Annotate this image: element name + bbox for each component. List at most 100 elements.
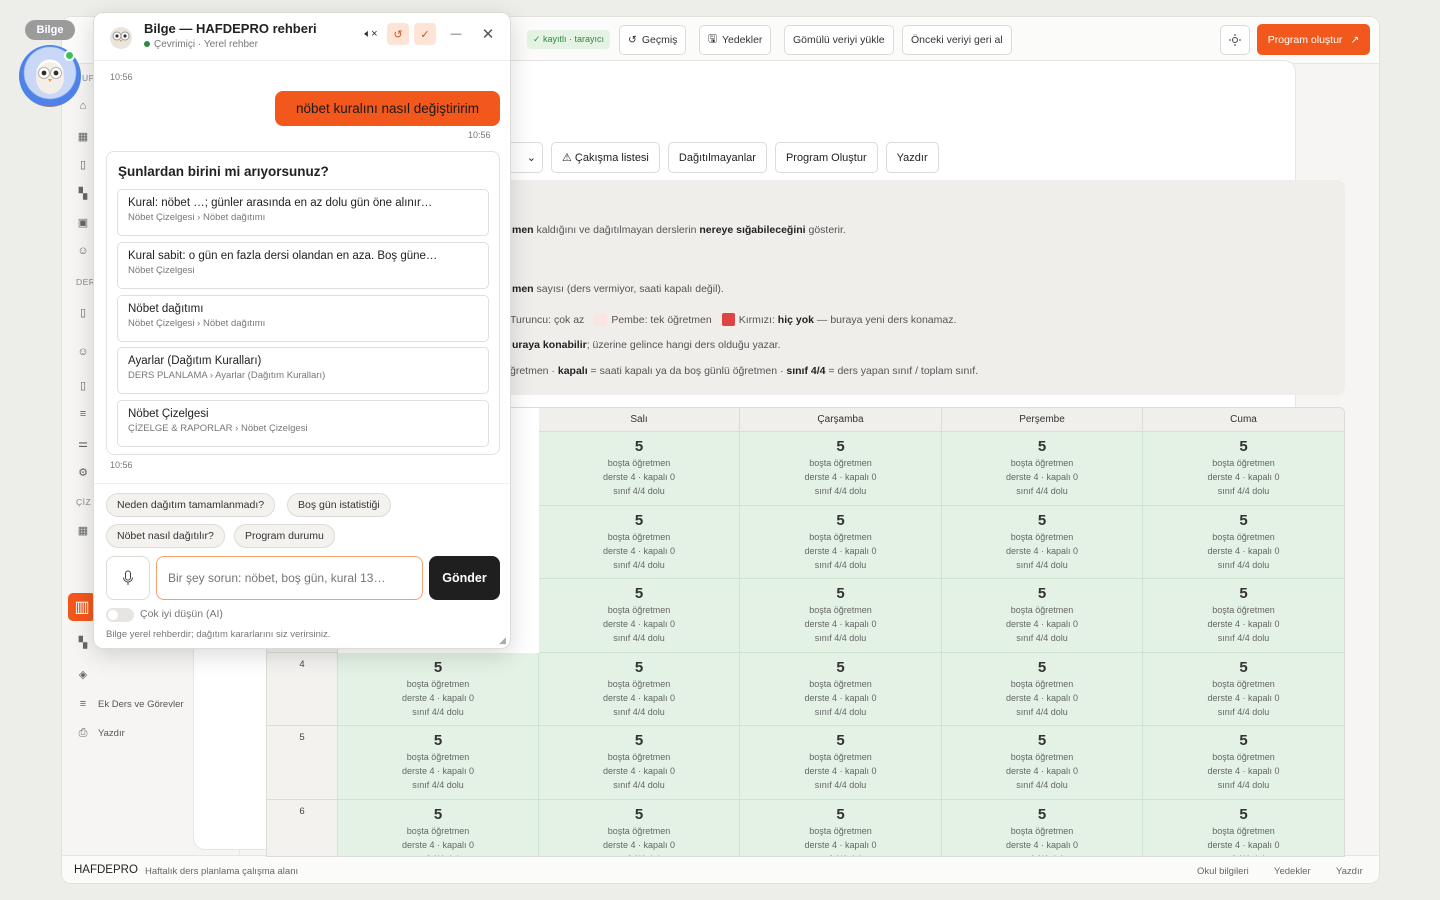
free-teacher-count: 5: [1037, 438, 1047, 455]
sidebar-item-settings[interactable]: ⚙: [76, 463, 90, 481]
cell-detail: derste 4 · kapalı 0: [1207, 839, 1280, 850]
deep-think-toggle[interactable]: [106, 608, 134, 622]
availability-cell[interactable]: 5 boşta öğretmen derste 4 · kapalı 0 sınıf …: [539, 799, 740, 856]
bar-chart-icon: ▥: [74, 599, 90, 616]
mute-button[interactable]: 🔈︎×: [360, 23, 382, 45]
home-icon: ⌂: [79, 100, 87, 112]
sidebar-item-home[interactable]: ⌂: [76, 97, 90, 115]
availability-cell[interactable]: 5 boşta öğretmen derste 4 · kapalı 0 sınıf …: [740, 652, 942, 726]
suggestion-item[interactable]: Nöbet Çizelgesi ÇİZELGE & RAPORLAR › Nöbe…: [117, 400, 489, 447]
suggestion-item[interactable]: Kural sabit: o gün en fazla dersi olanda…: [117, 242, 489, 289]
sidebar-item-grid-report[interactable]: ▚: [76, 633, 90, 651]
availability-cell[interactable]: 5 boşta öğretmen derste 4 · kapalı 0 sınıf …: [1143, 432, 1344, 506]
availability-cell[interactable]: 5 boşta öğretmen derste 4 · kapalı 0 sınıf …: [942, 726, 1143, 800]
availability-cell[interactable]: 5 boşta öğretmen derste 4 · kapalı 0 sınıf …: [740, 432, 942, 506]
undistributed-button[interactable]: Dağıtılmayanlar: [667, 142, 767, 173]
theme-toggle-button[interactable]: [1220, 25, 1250, 55]
sidebar-item-lessons[interactable]: ▯: [76, 303, 90, 321]
send-button[interactable]: Gönder: [429, 556, 500, 600]
sidebar-item-print[interactable]: ⎙ Yazdır: [76, 724, 125, 742]
conflicts-button[interactable]: ⚠ Çakışma listesi: [551, 142, 660, 173]
availability-cell[interactable]: 5 boşta öğretmen derste 4 · kapalı 0 sınıf …: [1143, 505, 1344, 579]
quick-reply-chip[interactable]: Program durumu: [234, 524, 335, 548]
availability-cell[interactable]: 5 boşta öğretmen derste 4 · kapalı 0 sınıf …: [942, 579, 1143, 653]
minimize-icon: —: [450, 28, 462, 40]
availability-cell[interactable]: 5 boşta öğretmen derste 4 · kapalı 0 sınıf …: [942, 432, 1143, 506]
voice-input-button[interactable]: [106, 556, 150, 600]
footer-brand: HAFDEPRO: [74, 864, 138, 876]
cell-caption: boşta öğretmen: [809, 825, 872, 836]
free-teacher-count: 5: [1037, 658, 1047, 676]
availability-cell[interactable]: 5 boşta öğretmen derste 4 · kapalı 0 sınıf …: [338, 652, 539, 726]
history-button[interactable]: ↺ Geçmiş: [619, 25, 687, 55]
footer-backups-link[interactable]: Yedekler: [1274, 866, 1311, 877]
save-disk-icon: 🖫: [708, 33, 717, 45]
owl-assistant-avatar[interactable]: [19, 45, 81, 107]
chat-input[interactable]: [156, 556, 423, 600]
availability-cell[interactable]: 5 boşta öğretmen derste 4 · kapalı 0 sınıf …: [1143, 799, 1344, 856]
sidebar-item-grid[interactable]: ▚: [76, 184, 90, 202]
footer-subtitle: Haftalık ders planlama çalışma alanı: [145, 866, 299, 877]
cell-detail: derste 4 · kapalı 0: [1005, 692, 1079, 703]
cell-detail: derste 4 · kapalı 0: [602, 545, 676, 556]
sidebar-item-calendar[interactable]: ▦: [76, 127, 90, 145]
sidebar-item-subjects[interactable]: ▯: [76, 376, 90, 394]
availability-cell[interactable]: 5 boşta öğretmen derste 4 · kapalı 0 sınıf …: [942, 652, 1143, 726]
sidebar-item-stats-active[interactable]: ▥: [68, 593, 96, 621]
cell-class-status: sınıf 4/4 dolu: [613, 706, 665, 717]
suggestion-item[interactable]: Nöbet dağıtımı Nöbet Çizelgesi › Nöbet da…: [117, 295, 489, 342]
availability-cell[interactable]: 5 boşta öğretmen derste 4 · kapalı 0 sınıf …: [539, 505, 740, 579]
create-program-button[interactable]: Program oluştur ↗: [1257, 24, 1370, 55]
sidebar-item-book[interactable]: ▯: [76, 155, 90, 173]
backups-button[interactable]: 🖫 Yedekler: [699, 25, 772, 55]
sidebar-item-sliders[interactable]: ⚌: [76, 434, 90, 452]
toggle-label: Çok iyi düşün (AI): [140, 608, 223, 620]
sidebar-item-teachers[interactable]: ☺: [76, 343, 90, 361]
close-icon: ✕: [481, 26, 495, 43]
quick-reply-chip[interactable]: Boş gün istatistiği: [287, 493, 391, 517]
reset-button[interactable]: ↺: [387, 23, 409, 45]
quick-reply-chip[interactable]: Neden dağıtım tamamlanmadı?: [106, 493, 276, 517]
availability-cell[interactable]: 5 boşta öğretmen derste 4 · kapalı 0 sınıf …: [1143, 579, 1344, 653]
free-teacher-count: 5: [1239, 658, 1248, 676]
sidebar-item-building[interactable]: ▣: [76, 213, 90, 231]
sidebar-item-extra-duties[interactable]: ≡ Ek Ders ve Görevler: [76, 695, 184, 713]
cell-class-status: sınıf 4/4 dolu: [1016, 706, 1068, 717]
availability-cell[interactable]: 5 boşta öğretmen derste 4 · kapalı 0 sınıf …: [740, 726, 942, 800]
availability-cell[interactable]: 5 boşta öğretmen derste 4 · kapalı 0 sınıf …: [539, 432, 740, 506]
grid-icon: ▚: [78, 187, 88, 200]
availability-cell[interactable]: 5 boşta öğretmen derste 4 · kapalı 0 sınıf …: [942, 799, 1143, 856]
sidebar-item-shield[interactable]: ◈: [76, 665, 90, 683]
quick-reply-chip[interactable]: Nöbet nasıl dağıtılır?: [106, 524, 225, 548]
availability-cell[interactable]: 5 boşta öğretmen derste 4 · kapalı 0 sınıf …: [740, 799, 942, 856]
minimize-button[interactable]: —: [445, 23, 467, 45]
create-program-button-2[interactable]: Program Oluştur: [774, 142, 878, 173]
close-button[interactable]: ✕: [477, 23, 499, 45]
resize-handle-icon[interactable]: ◢: [499, 635, 506, 646]
free-teacher-count: 5: [634, 511, 644, 529]
restore-previous-button[interactable]: Önceki veriyi geri al: [902, 25, 1012, 55]
load-embedded-button[interactable]: Gömülü veriyi yükle: [784, 25, 894, 55]
availability-cell[interactable]: 5 boşta öğretmen derste 4 · kapalı 0 sınıf …: [740, 505, 942, 579]
availability-cell[interactable]: 5 boşta öğretmen derste 4 · kapalı 0 sınıf …: [1143, 652, 1344, 726]
suggestion-item[interactable]: Kural: nöbet …; günler arasında en az do…: [117, 189, 489, 236]
sidebar-item-user[interactable]: ☺: [76, 242, 90, 260]
print-button[interactable]: Yazdır: [885, 142, 939, 173]
confirm-button[interactable]: ✓: [414, 23, 436, 45]
availability-cell[interactable]: 5 boşta öğretmen derste 4 · kapalı 0 sınıf …: [338, 799, 539, 856]
availability-cell[interactable]: 5 boşta öğretmen derste 4 · kapalı 0 sınıf …: [539, 726, 740, 800]
cell-detail: derste 4 · kapalı 0: [1005, 472, 1079, 482]
sidebar-item-schedule[interactable]: ▦: [76, 521, 90, 539]
availability-cell[interactable]: 5 boşta öğretmen derste 4 · kapalı 0 sınıf …: [338, 726, 539, 800]
assistant-tag[interactable]: Bilge: [25, 20, 75, 40]
footer-school-link[interactable]: Okul bilgileri: [1197, 866, 1249, 877]
availability-cell[interactable]: 5 boşta öğretmen derste 4 · kapalı 0 sınıf …: [539, 652, 740, 726]
availability-cell[interactable]: 5 boşta öğretmen derste 4 · kapalı 0 sınıf …: [942, 505, 1143, 579]
availability-cell[interactable]: 5 boşta öğretmen derste 4 · kapalı 0 sınıf …: [1143, 726, 1344, 800]
availability-cell[interactable]: 5 boşta öğretmen derste 4 · kapalı 0 sınıf …: [539, 579, 740, 653]
availability-cell[interactable]: 5 boşta öğretmen derste 4 · kapalı 0 sınıf …: [740, 579, 942, 653]
cell-caption: boşta öğretmen: [1212, 752, 1275, 762]
footer-print-link[interactable]: Yazdır: [1336, 866, 1363, 877]
suggestion-item[interactable]: Ayarlar (Dağıtım Kuralları) DERS PLANLAMA…: [117, 347, 489, 394]
sidebar-item-list[interactable]: ≡: [76, 405, 90, 423]
